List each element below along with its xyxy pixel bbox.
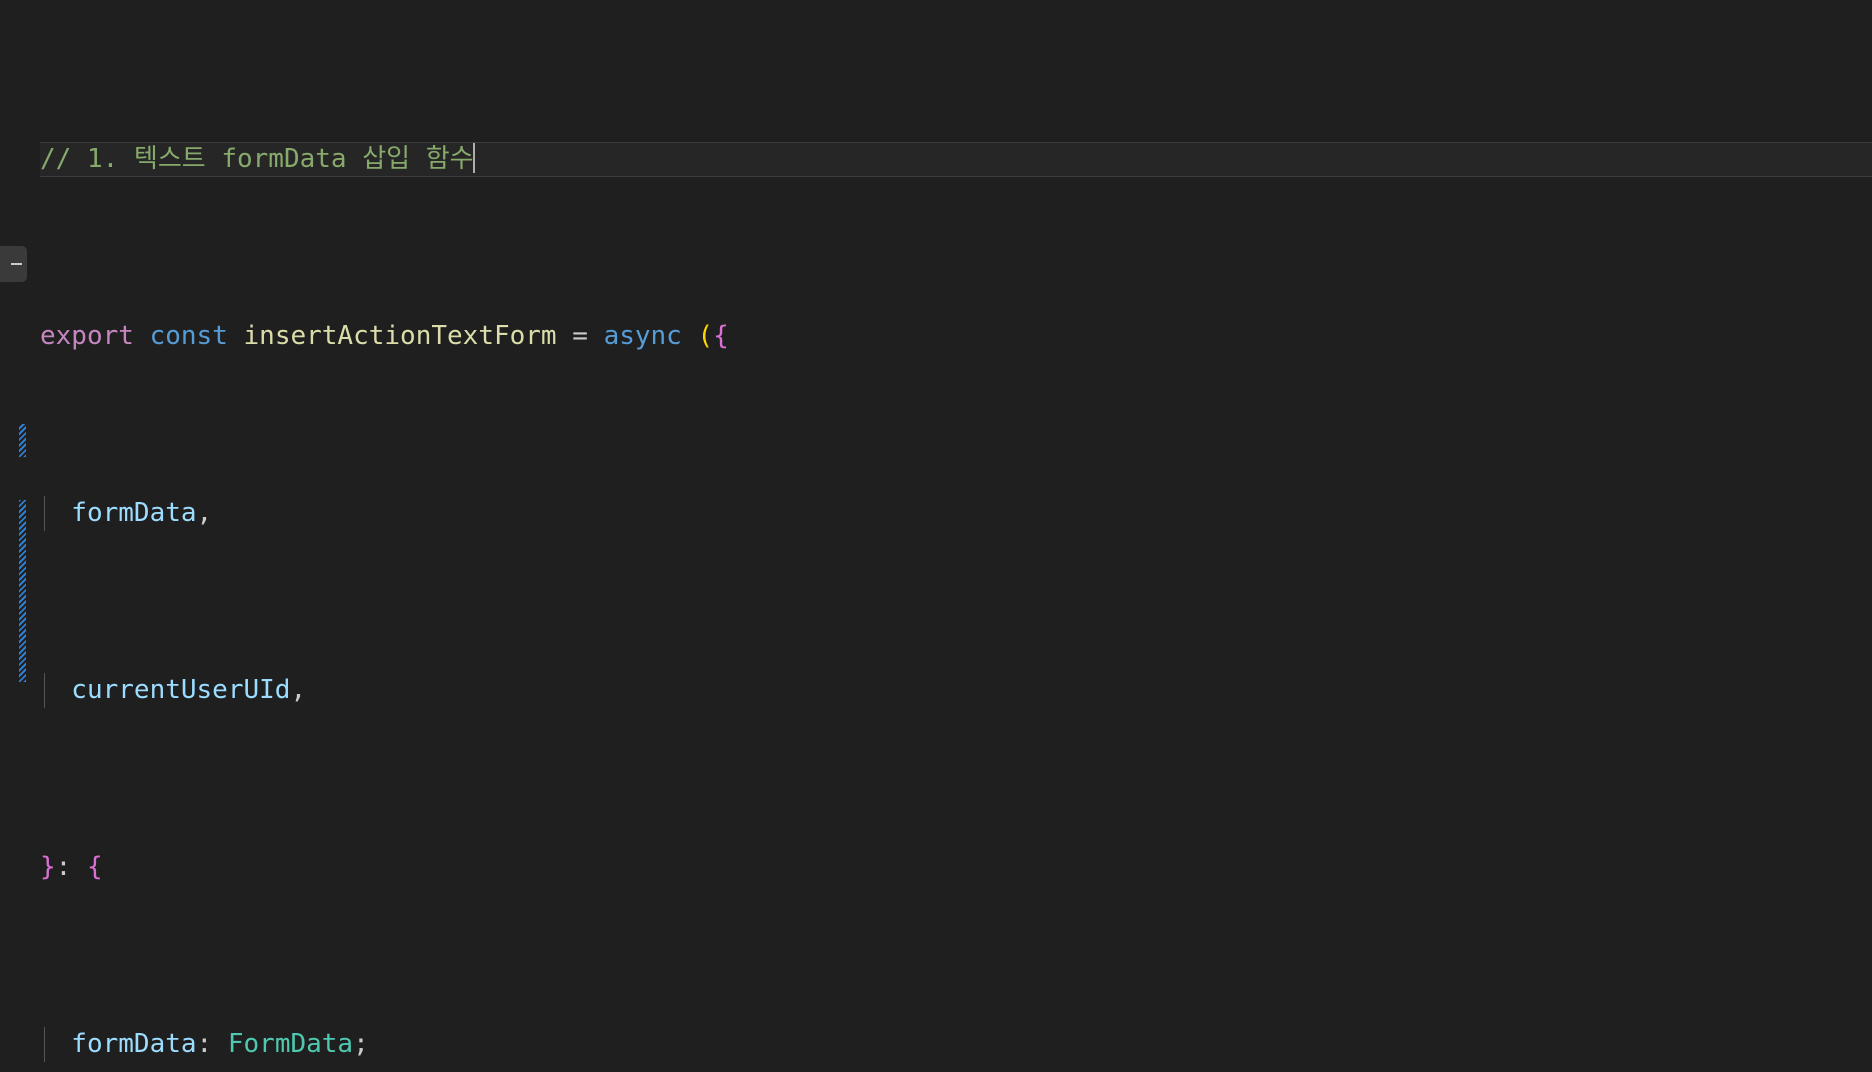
keyword-export: export — [40, 320, 134, 351]
collapse-dash-icon — [11, 263, 22, 265]
diff-marker-1[interactable] — [19, 424, 26, 457]
indent-guide — [44, 672, 45, 709]
diff-marker-2[interactable] — [19, 500, 26, 682]
code-editor[interactable]: // 1. 텍스트 formData 삽입 함수 export const in… — [0, 0, 1872, 1072]
param-currentuseruid: currentUserUId — [40, 674, 291, 705]
indent-guide — [44, 1026, 45, 1063]
text-cursor — [472, 142, 475, 173]
param-formdata: formData — [40, 497, 197, 528]
code-line-4[interactable]: currentUserUId, — [0, 672, 1872, 709]
code-line-2[interactable]: export const insertActionTextForm = asyn… — [0, 319, 1872, 354]
brace-close: } — [40, 851, 56, 882]
brace-open: { — [713, 320, 729, 351]
keyword-const: const — [149, 320, 228, 351]
function-name: insertActionTextForm — [243, 320, 557, 351]
comment-token: // 1. 텍스트 formData 삽입 함수 — [40, 143, 474, 174]
editor-gutter[interactable] — [0, 0, 40, 1072]
indent-guide — [44, 495, 45, 532]
keyword-async: async — [603, 320, 682, 351]
code-line-3[interactable]: formData, — [0, 495, 1872, 532]
paren-open: ( — [697, 320, 714, 351]
code-content[interactable]: // 1. 텍스트 formData 삽입 함수 export const in… — [0, 0, 1872, 1072]
code-line-1[interactable]: // 1. 텍스트 formData 삽입 함수 — [0, 141, 1872, 178]
type-formdata: FormData — [227, 1028, 354, 1059]
code-fold-toggle-icon[interactable] — [0, 246, 27, 282]
code-line-5[interactable]: }: { — [0, 850, 1872, 885]
brace-open: { — [86, 851, 103, 882]
code-line-6[interactable]: formData: FormData; — [0, 1026, 1872, 1063]
